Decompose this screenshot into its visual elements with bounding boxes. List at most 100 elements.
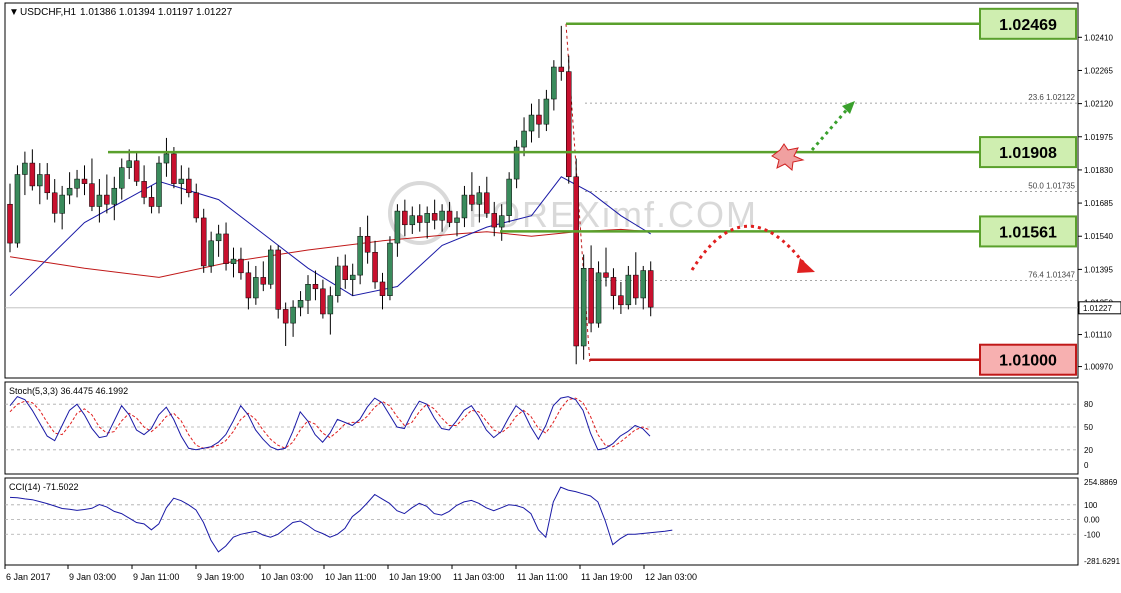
bull-candle — [394, 210, 401, 244]
bull-candle — [387, 242, 393, 296]
time-axis-label: 9 Jan 03:00 — [69, 572, 116, 582]
time-axis-label: 6 Jan 2017 — [6, 572, 51, 582]
cci-axis-label: 0.00 — [1084, 516, 1100, 525]
bull-candle — [424, 213, 430, 223]
bear-candle — [44, 174, 50, 194]
header-dropdown-icon[interactable]: ▼ — [9, 7, 19, 18]
bear-candle — [89, 183, 95, 207]
sr-level-label: 1.01000 — [999, 353, 1057, 370]
bear-candle — [275, 249, 281, 310]
bear-candle — [484, 192, 490, 214]
bull-candle — [439, 210, 445, 221]
ohlc-readout: 1.01386 1.01394 1.01197 1.01227 — [80, 7, 233, 18]
price-axis-label: 1.01110 — [1084, 331, 1112, 340]
bear-candle — [566, 71, 572, 178]
bull-candle — [335, 265, 341, 296]
sr-level-label: 1.01908 — [999, 145, 1057, 162]
bull-candle — [215, 233, 222, 242]
bear-candle — [431, 213, 438, 221]
price-axis-label: 1.02265 — [1084, 66, 1113, 75]
cci-axis-label: -281.6291 — [1084, 557, 1121, 566]
bear-candle — [618, 295, 624, 306]
bull-candle — [580, 267, 587, 347]
time-axis-label: 10 Jan 11:00 — [325, 572, 376, 582]
bull-candle — [454, 217, 460, 223]
bull-candle — [625, 274, 632, 306]
bear-candle — [364, 235, 371, 253]
stoch-axis-label: 80 — [1084, 400, 1093, 409]
bull-candle — [305, 284, 311, 301]
bear-candle — [469, 194, 475, 205]
cci-panel-frame — [4, 477, 1079, 566]
bear-candle — [282, 309, 289, 324]
bear-candle — [402, 210, 408, 226]
bear-candle — [238, 258, 244, 274]
bull-candle — [543, 98, 550, 125]
bull-candle — [506, 178, 512, 216]
bull-candle — [230, 258, 237, 264]
bull-candle — [595, 272, 602, 324]
cci-axis-label: -100 — [1084, 530, 1101, 539]
bear-candle — [491, 213, 497, 228]
bear-candle — [379, 281, 386, 296]
bear-candle — [171, 153, 177, 184]
bear-candle — [417, 215, 423, 223]
fib-level-label: 50.0 1.01735 — [1028, 182, 1075, 191]
stoch-title: Stoch(5,3,3) 36.4475 46.1992 — [9, 386, 128, 396]
bull-candle — [253, 277, 259, 299]
bear-candle — [633, 274, 639, 299]
bear-candle — [573, 176, 579, 347]
bull-candle — [461, 194, 468, 219]
time-axis-label: 9 Jan 11:00 — [133, 572, 179, 582]
bull-candle — [119, 167, 125, 189]
bear-candle — [260, 277, 267, 285]
chart-canvas[interactable]: FOREXimf.COM ▼ USDCHF,H1 1.01386 1.01394… — [0, 0, 1121, 588]
bull-candle — [14, 174, 21, 244]
bull-candle — [59, 194, 65, 214]
bull-candle — [290, 306, 296, 324]
bear-candle — [186, 178, 192, 194]
bull-candle — [640, 270, 646, 299]
trading-chart[interactable]: FOREXimf.COM ▼ USDCHF,H1 1.01386 1.01394… — [0, 0, 1121, 588]
bear-candle — [536, 114, 542, 125]
bull-candle — [528, 114, 535, 132]
bull-candle — [111, 187, 118, 205]
price-axis-label: 1.02120 — [1084, 100, 1113, 109]
bear-candle — [193, 192, 199, 219]
bull-candle — [268, 249, 274, 285]
bear-candle — [148, 197, 155, 207]
cci-axis-label: 100 — [1084, 501, 1098, 510]
bear-candle — [104, 194, 110, 205]
price-axis-label: 1.00970 — [1084, 363, 1113, 372]
stoch-axis-label: 50 — [1084, 423, 1093, 432]
price-axis-label: 1.02410 — [1084, 33, 1113, 42]
bear-candle — [81, 178, 88, 184]
price-axis-label: 1.01830 — [1084, 166, 1113, 175]
time-axis-label: 11 Jan 19:00 — [581, 572, 632, 582]
bull-candle — [22, 162, 28, 175]
current-price-label: 1.01227 — [1083, 304, 1112, 313]
bull-candle — [163, 153, 170, 164]
bear-candle — [223, 233, 229, 264]
time-axis-label: 10 Jan 19:00 — [389, 572, 441, 582]
cci-title: CCI(14) -71.5022 — [9, 482, 79, 492]
bear-candle — [312, 284, 319, 290]
price-panel-frame — [4, 2, 1079, 379]
bear-candle — [133, 160, 140, 182]
bear-candle — [245, 272, 252, 299]
cci-axis-label: 254.8869 — [1084, 478, 1118, 487]
bull-candle — [126, 160, 132, 168]
bear-candle — [7, 203, 13, 244]
bull-candle — [409, 215, 416, 226]
bear-candle — [446, 210, 453, 223]
price-axis-label: 1.01975 — [1084, 133, 1113, 142]
time-axis-label: 11 Jan 03:00 — [453, 572, 504, 582]
time-axis-label: 9 Jan 19:00 — [197, 572, 244, 582]
bull-candle — [349, 274, 356, 280]
stoch-panel-frame — [4, 381, 1079, 475]
bull-candle — [476, 192, 483, 205]
bull-candle — [178, 178, 185, 184]
time-axis-label: 12 Jan 03:00 — [645, 572, 697, 582]
bull-candle — [156, 162, 162, 207]
bear-candle — [603, 272, 609, 278]
